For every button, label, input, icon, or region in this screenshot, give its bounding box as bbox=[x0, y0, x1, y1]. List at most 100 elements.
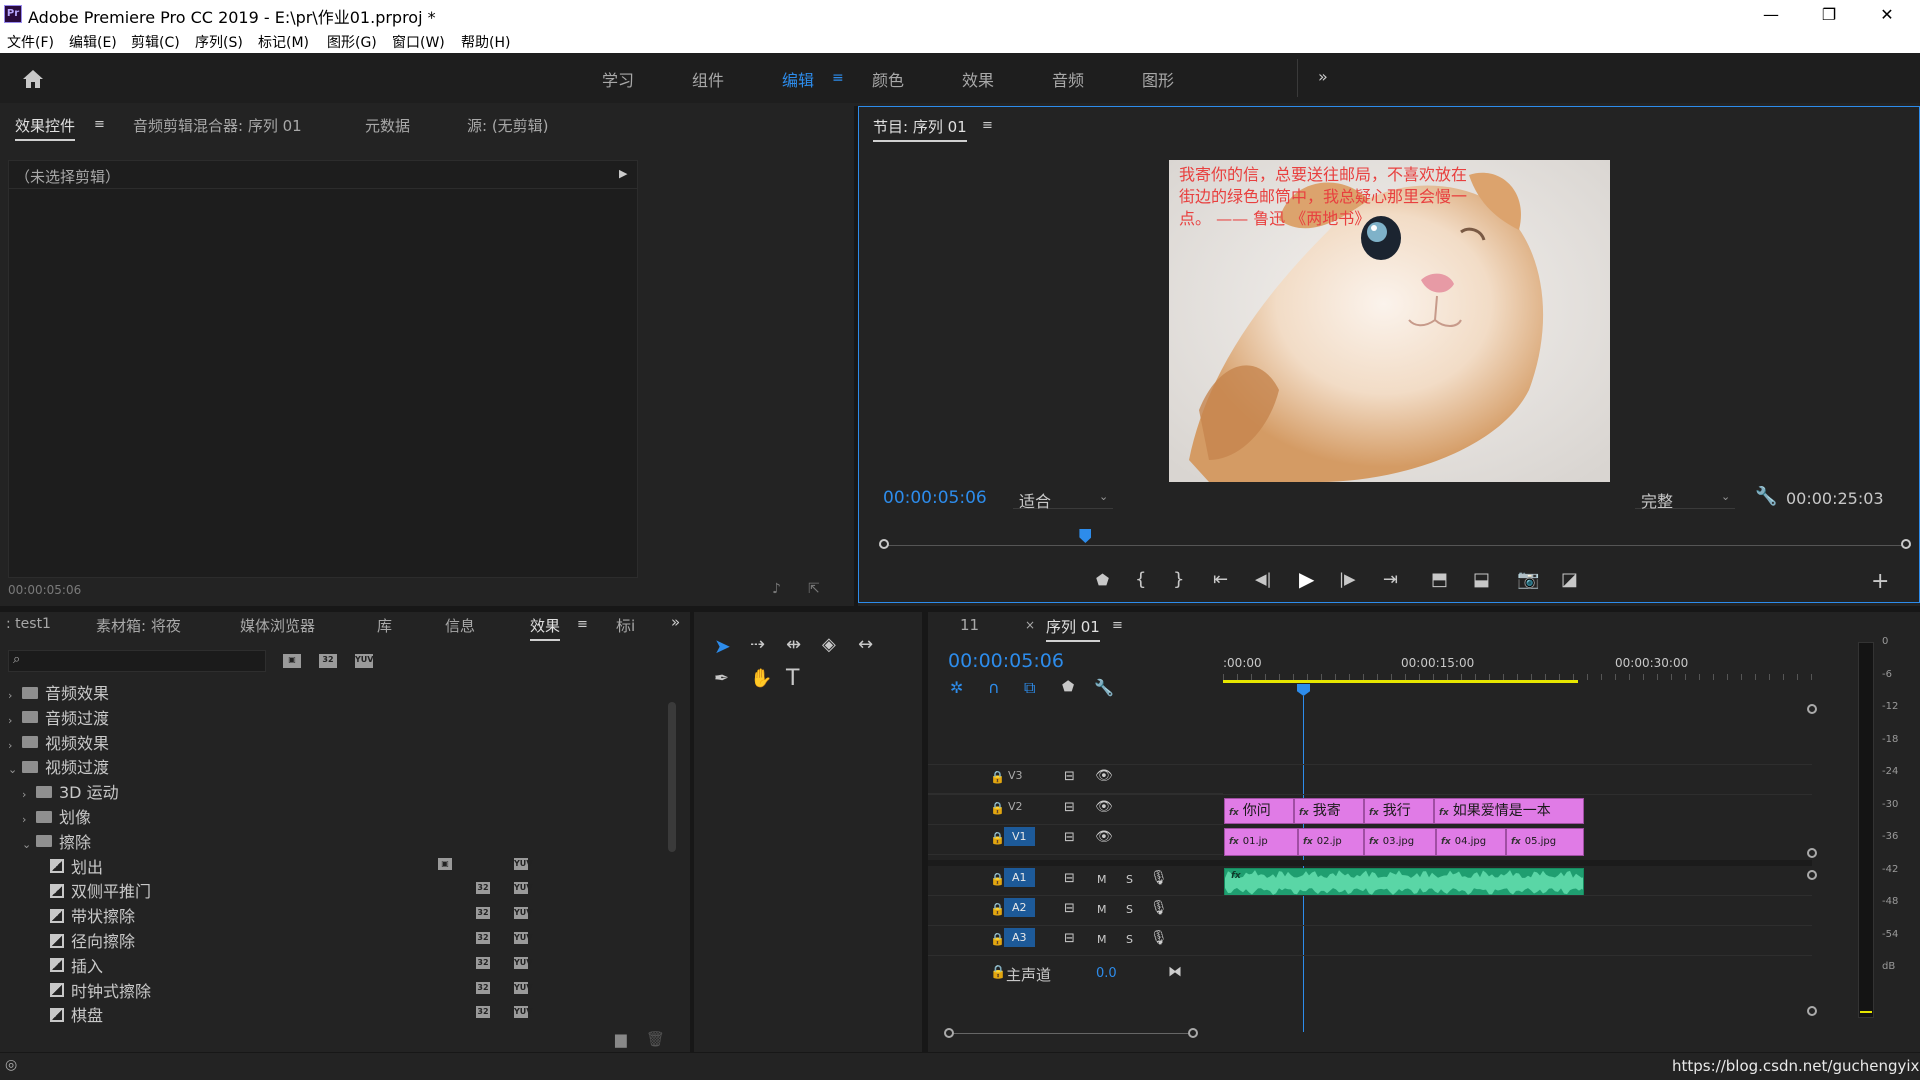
microphone-icon[interactable]: 🎙 bbox=[1150, 930, 1168, 946]
program-monitor-title[interactable]: 节目: 序列 01 bbox=[873, 116, 967, 142]
program-menu-icon[interactable]: ≡ bbox=[982, 118, 993, 133]
solo-button[interactable]: S bbox=[1126, 873, 1133, 886]
tree-folder[interactable]: › 音频过渡 bbox=[8, 705, 109, 729]
menu-graphics[interactable]: 图形(G) bbox=[327, 32, 377, 52]
tree-effect[interactable]: 径向擦除 bbox=[36, 928, 135, 952]
menu-edit[interactable]: 编辑(E) bbox=[69, 32, 117, 52]
v1-image-clip[interactable]: fx 01.jp bbox=[1224, 828, 1298, 856]
zoom-handle-right[interactable] bbox=[1188, 1028, 1198, 1038]
v1-image-clip[interactable]: fx 04.jpg bbox=[1436, 828, 1506, 856]
chevron-down-icon[interactable]: ⌄ bbox=[8, 763, 22, 776]
step-back-icon[interactable]: ◀| bbox=[1255, 570, 1272, 588]
tree-effect[interactable]: 划出 bbox=[36, 854, 103, 878]
tree-effect[interactable]: 棋盘 bbox=[36, 1002, 103, 1026]
v1-image-clip[interactable]: fx 03.jpg bbox=[1364, 828, 1436, 856]
tab-bin[interactable]: 素材箱: 将夜 bbox=[96, 615, 181, 636]
go-to-in-icon[interactable]: ⇤ bbox=[1213, 569, 1228, 590]
track-label[interactable]: A2 bbox=[1004, 898, 1035, 917]
toggle-sync-lock-icon[interactable]: ⊟ bbox=[1064, 931, 1075, 946]
tab-sequence-01[interactable]: 序列 01 bbox=[1046, 616, 1100, 642]
v2-title-clip[interactable]: fx 如果爱情是一本 bbox=[1434, 798, 1584, 824]
v2-title-clip[interactable]: fx 我行 bbox=[1364, 798, 1434, 824]
tab-source[interactable]: 源: (无剪辑) bbox=[467, 115, 549, 136]
workspace-audio[interactable]: 音频 bbox=[1052, 67, 1084, 91]
workspace-assembly[interactable]: 组件 bbox=[692, 67, 724, 91]
pen-tool-icon[interactable]: ✒ bbox=[714, 668, 729, 689]
add-marker-icon[interactable]: ⬟ bbox=[1096, 571, 1109, 589]
more-tabs-icon[interactable]: » bbox=[671, 613, 680, 631]
type-tool-icon[interactable]: T bbox=[786, 666, 799, 691]
timeline-settings-icon[interactable]: 🔧 bbox=[1094, 678, 1114, 697]
hand-tool-icon[interactable]: ✋ bbox=[750, 668, 772, 689]
workspace-editing[interactable]: 编辑 bbox=[782, 67, 814, 91]
effects-scrollbar[interactable] bbox=[668, 702, 676, 852]
menu-clip[interactable]: 剪辑(C) bbox=[131, 32, 180, 52]
ripple-edit-tool-icon[interactable]: ⇹ bbox=[786, 634, 801, 655]
menu-file[interactable]: 文件(F) bbox=[7, 32, 54, 52]
lock-icon[interactable]: 🔒 bbox=[990, 902, 1005, 916]
expand-arrow-icon[interactable]: ▶ bbox=[619, 167, 627, 180]
tree-effect[interactable]: 时钟式擦除 bbox=[36, 978, 151, 1002]
tab-markers[interactable]: 标i bbox=[616, 615, 635, 636]
lock-icon[interactable]: 🔒 bbox=[990, 770, 1005, 784]
toggle-sync-lock-icon[interactable]: ⊟ bbox=[1064, 769, 1075, 784]
close-tab-icon[interactable]: × bbox=[1025, 618, 1035, 632]
toggle-sync-lock-icon[interactable]: ⊟ bbox=[1064, 871, 1075, 886]
lock-icon[interactable]: 🔒 bbox=[990, 965, 1006, 980]
microphone-icon[interactable]: 🎙 bbox=[1150, 870, 1168, 886]
snap-icon[interactable]: ∩ bbox=[988, 678, 1000, 697]
export-frame-icon[interactable]: ⇱ bbox=[808, 581, 820, 597]
comparison-view-icon[interactable]: ◪ bbox=[1561, 569, 1578, 590]
v2-title-clip[interactable]: fx 我寄 bbox=[1294, 798, 1364, 824]
track-label[interactable]: V2 bbox=[1008, 800, 1023, 813]
program-playhead[interactable] bbox=[1079, 529, 1092, 543]
eye-icon[interactable]: 👁 bbox=[1095, 768, 1113, 784]
track-label[interactable]: V3 bbox=[1008, 769, 1023, 782]
tab-effect-controls[interactable]: 效果控件 bbox=[15, 115, 76, 141]
tab-effects[interactable]: 效果 bbox=[530, 615, 561, 641]
track-label[interactable]: V1 bbox=[1004, 827, 1035, 846]
yuv-effects-icon[interactable]: YUV bbox=[355, 654, 373, 668]
effects-search-input[interactable]: ⌕ bbox=[8, 650, 266, 672]
linked-selection-icon[interactable]: ⧉ bbox=[1024, 678, 1035, 698]
workspace-graphics[interactable]: 图形 bbox=[1142, 67, 1174, 91]
track-select-tool-icon[interactable]: ⇢ bbox=[750, 634, 765, 655]
tree-folder[interactable]: ⌄ 擦除 bbox=[22, 829, 91, 853]
chevron-right-icon[interactable]: › bbox=[8, 689, 22, 702]
quality-dropdown[interactable]: 完整 ⌄ bbox=[1635, 487, 1735, 511]
menu-help[interactable]: 帮助(H) bbox=[461, 32, 510, 52]
accelerated-effects-icon[interactable]: ▣ bbox=[283, 654, 301, 668]
menu-marker[interactable]: 标记(M) bbox=[258, 32, 309, 52]
mark-out-icon[interactable]: } bbox=[1173, 569, 1184, 590]
video-scroll-handle[interactable] bbox=[1807, 704, 1817, 714]
tree-effect[interactable]: 带状擦除 bbox=[36, 903, 135, 927]
tab-info[interactable]: 信息 bbox=[445, 615, 475, 636]
delete-icon[interactable]: 🗑 bbox=[646, 1030, 665, 1048]
panel-menu-icon[interactable]: ≡ bbox=[94, 117, 105, 132]
tree-effect[interactable]: 插入 bbox=[36, 953, 103, 977]
time-ruler[interactable]: :00:00 00:00:15:00 00:00:30:00 bbox=[1223, 638, 1813, 698]
tree-effect[interactable]: 双侧平推门 bbox=[36, 878, 151, 902]
master-volume-value[interactable]: 0.0 bbox=[1096, 966, 1117, 981]
settings-wrench-icon[interactable]: 🔧 bbox=[1755, 486, 1777, 507]
export-frame-camera-icon[interactable]: 📷 bbox=[1517, 569, 1539, 590]
lock-icon[interactable]: 🔒 bbox=[990, 872, 1005, 886]
scrubber-start-handle[interactable] bbox=[879, 539, 889, 549]
close-button[interactable]: ✕ bbox=[1858, 0, 1916, 29]
mute-button[interactable]: M bbox=[1097, 903, 1107, 916]
chevron-right-icon[interactable]: › bbox=[22, 788, 36, 801]
timeline-timecode[interactable]: 00:00:05:06 bbox=[948, 650, 1064, 672]
mark-in-icon[interactable]: { bbox=[1135, 569, 1146, 590]
selection-tool-icon[interactable]: ➤ bbox=[714, 634, 731, 658]
v1-image-clip[interactable]: fx 02.jp bbox=[1298, 828, 1364, 856]
razor-tool-icon[interactable]: ◈ bbox=[822, 634, 836, 655]
go-to-out-icon[interactable]: ⇥ bbox=[1383, 569, 1398, 590]
export-audio-icon[interactable]: ♪ bbox=[772, 581, 781, 597]
lock-icon[interactable]: 🔒 bbox=[990, 831, 1005, 845]
tree-folder[interactable]: › 音频效果 bbox=[8, 680, 109, 704]
mute-button[interactable]: M bbox=[1097, 933, 1107, 946]
scrubber-end-handle[interactable] bbox=[1901, 539, 1911, 549]
mute-button[interactable]: M bbox=[1097, 873, 1107, 886]
workspace-color[interactable]: 颜色 bbox=[872, 67, 904, 91]
new-bin-icon[interactable]: ▆ bbox=[615, 1030, 627, 1048]
